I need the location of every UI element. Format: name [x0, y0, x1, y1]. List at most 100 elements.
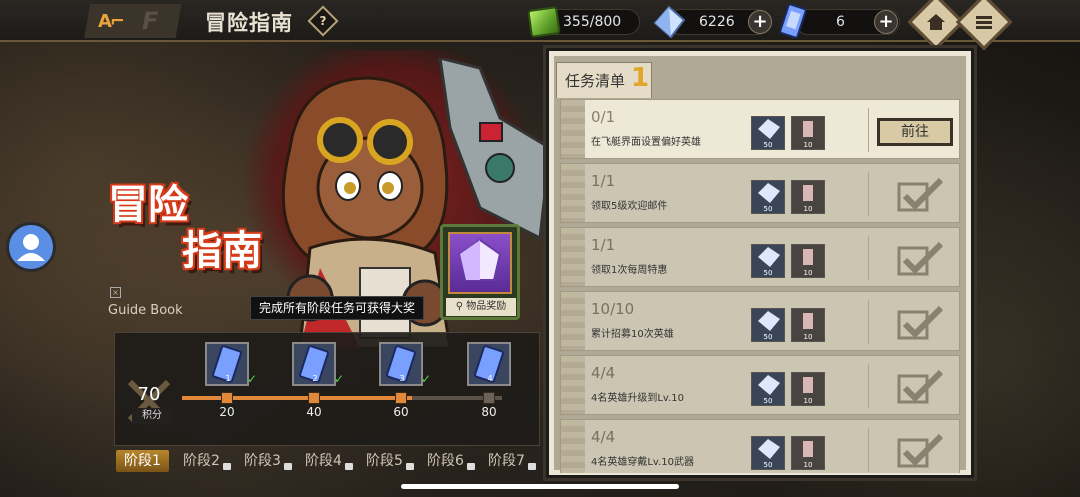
- lock-icon: [467, 463, 475, 470]
- grand-prize-tip: 完成所有阶段任务可获得大奖: [250, 296, 425, 320]
- energy-value: 355/800: [563, 14, 622, 30]
- lock-icon: [528, 463, 536, 470]
- grand-prize-card[interactable]: ⚲ 物品奖励: [440, 224, 520, 320]
- milestone-reward-ticket[interactable]: 4: [467, 342, 511, 386]
- task-row-side: [561, 100, 585, 158]
- tab-stage-3[interactable]: 阶段3: [244, 450, 292, 472]
- home-icon: [927, 14, 945, 30]
- row-divider: [868, 108, 869, 152]
- reward-qty: 10: [803, 141, 813, 149]
- milestone-value: 20: [219, 405, 235, 419]
- task-description: 在飞艇界面设置偏好英雄: [591, 137, 701, 148]
- potion-icon: [803, 185, 813, 201]
- prize-preview-label: ⚲ 物品奖励: [446, 298, 516, 316]
- ticket-value: 6: [836, 14, 845, 30]
- reward-qty: 50: [763, 269, 773, 277]
- milestone-reward-ticket[interactable]: 1 ✓: [205, 342, 257, 386]
- potion-icon: [803, 249, 813, 265]
- reward-crystal[interactable]: 50: [751, 436, 785, 470]
- milestone-value: 60: [393, 405, 409, 419]
- menu-icon: [976, 16, 992, 29]
- home-indicator[interactable]: [401, 484, 679, 489]
- task-progress: 0/1: [591, 108, 616, 126]
- ticket-count: 3: [399, 374, 405, 383]
- task-description: 领取1次每周特惠: [591, 265, 668, 276]
- reward-qty: 10: [803, 397, 813, 405]
- prism-crystal-icon: [458, 238, 502, 281]
- completed-check-icon: [897, 176, 945, 216]
- milestone-reward-ticket[interactable]: 3 ✓: [379, 342, 431, 386]
- completed-check-icon: [897, 304, 945, 344]
- claimed-check-icon: ✓: [246, 372, 257, 386]
- reward-ticket[interactable]: 10: [791, 180, 825, 214]
- crystal-icon: [758, 311, 780, 331]
- crystal-icon: [758, 375, 780, 395]
- task-row-side: [561, 356, 585, 414]
- reward-crystal[interactable]: 50: [751, 244, 785, 278]
- reward-crystal[interactable]: 50: [751, 372, 785, 406]
- task-row: 1/1 领取1次每周特惠 50 10: [560, 227, 960, 287]
- potion-icon: [803, 121, 813, 137]
- tab-stage-4[interactable]: 阶段4: [305, 450, 353, 472]
- task-row-side: [561, 164, 585, 222]
- search-icon: ⚲: [455, 301, 464, 312]
- row-divider: [868, 172, 869, 216]
- crystal-icon: [758, 119, 780, 139]
- lock-icon: [345, 463, 353, 470]
- crystal-icon: [758, 247, 780, 267]
- potion-icon: [803, 441, 813, 457]
- row-divider: [868, 428, 869, 472]
- milestone-node-40: [308, 392, 320, 404]
- crystal-value: 6226: [699, 14, 735, 30]
- tab-stage-5[interactable]: 阶段5: [366, 450, 414, 472]
- reward-ticket[interactable]: 10: [791, 436, 825, 470]
- row-divider: [868, 300, 869, 344]
- task-row: 4/4 4名英雄穿戴Lv.10武器 50 10: [560, 419, 960, 473]
- go-button[interactable]: 前往: [877, 118, 953, 146]
- tab-stage-6[interactable]: 阶段6: [427, 450, 475, 472]
- task-row: 1/1 领取5级欢迎邮件 50 10: [560, 163, 960, 223]
- reward-crystal[interactable]: 50: [751, 180, 785, 214]
- task-list[interactable]: 0/1 在飞艇界面设置偏好英雄 50 10 前往 1/1 领取5级欢迎邮件 50 10 1/1 领取…: [560, 99, 962, 473]
- add-crystals-button[interactable]: +: [748, 10, 772, 34]
- task-description: 4名英雄穿戴Lv.10武器: [591, 457, 694, 468]
- reward-ticket[interactable]: 10: [791, 372, 825, 406]
- reward-qty: 50: [763, 397, 773, 405]
- crystal-icon: [653, 5, 686, 39]
- game-logo: A⌐ F: [80, 4, 192, 38]
- user-icon: [17, 234, 45, 261]
- lock-icon: [406, 463, 414, 470]
- reward-qty: 10: [803, 461, 813, 469]
- task-row: 0/1 在飞艇界面设置偏好英雄 50 10 前往: [560, 99, 960, 159]
- reward-ticket[interactable]: 10: [791, 308, 825, 342]
- crystal-icon: [758, 439, 780, 459]
- reward-qty: 50: [763, 333, 773, 341]
- lock-icon: [223, 463, 231, 470]
- task-list-header: 任务清单 1: [556, 62, 652, 98]
- task-row-side: [561, 292, 585, 350]
- task-description: 4名英雄升级到Lv.10: [591, 393, 684, 404]
- reward-ticket[interactable]: 10: [791, 116, 825, 150]
- reward-crystal[interactable]: 50: [751, 308, 785, 342]
- add-tickets-button[interactable]: +: [874, 10, 898, 34]
- task-description: 领取5级欢迎邮件: [591, 201, 668, 212]
- lock-icon: [284, 463, 292, 470]
- tab-stage-7[interactable]: 阶段7: [488, 450, 536, 472]
- score-value: 70: [137, 384, 161, 405]
- reward-crystal[interactable]: 50: [751, 116, 785, 150]
- reward-qty: 10: [803, 333, 813, 341]
- ticket-count: 2: [312, 374, 318, 383]
- potion-icon: [803, 313, 813, 329]
- milestone-node-60: [395, 392, 407, 404]
- row-divider: [868, 364, 869, 408]
- tab-stage-1[interactable]: 阶段1: [116, 450, 169, 472]
- task-progress: 10/10: [591, 300, 635, 318]
- tab-stage-2[interactable]: 阶段2: [183, 450, 231, 472]
- task-progress: 4/4: [591, 428, 616, 446]
- reward-qty: 50: [763, 141, 773, 149]
- task-row-side: [561, 420, 585, 473]
- floating-avatar-button[interactable]: [6, 222, 56, 272]
- milestone-reward-ticket[interactable]: 2 ✓: [292, 342, 344, 386]
- score-label: 积分: [132, 408, 172, 424]
- reward-ticket[interactable]: 10: [791, 244, 825, 278]
